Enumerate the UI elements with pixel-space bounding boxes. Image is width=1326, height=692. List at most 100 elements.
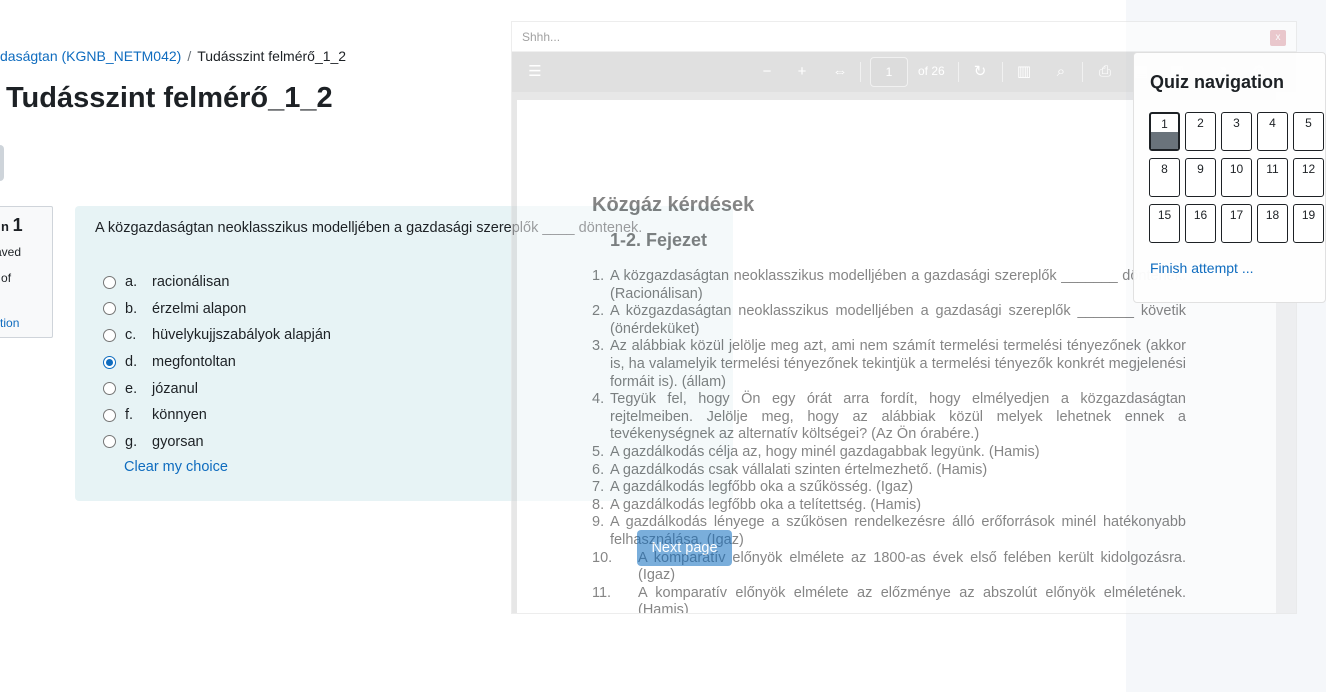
- breadcrumb-current[interactable]: Tudásszint felmérő_1_2: [197, 48, 346, 64]
- breadcrumb-course-link[interactable]: daságtan (KGNB_NETM042): [0, 48, 181, 64]
- pdf-item-number: 4.: [592, 391, 605, 408]
- pdf-list-item: 2. A közgazdaságtan neoklasszikus modellj…: [592, 303, 1186, 338]
- pdf-item-number: 7.: [592, 479, 605, 496]
- quiz-nav-button-2[interactable]: 2: [1185, 112, 1216, 151]
- answer-option-b[interactable]: b. érzelmi alapon: [103, 296, 331, 323]
- pdf-item-number: 10.: [592, 549, 613, 566]
- quiz-nav-button-18[interactable]: 18: [1257, 204, 1288, 243]
- zoom-in-icon[interactable]: +: [793, 62, 811, 82]
- quiz-nav-button-8[interactable]: 8: [1149, 158, 1180, 197]
- pdf-subheading: 1-2. Fejezet: [610, 230, 708, 250]
- quiz-nav-number: 5: [1305, 116, 1312, 130]
- page-view-icon[interactable]: ▥: [1015, 62, 1033, 82]
- answer-letter: a.: [125, 274, 138, 291]
- quiz-nav-number: 15: [1157, 208, 1172, 222]
- quiz-nav-button-5[interactable]: 5: [1293, 112, 1324, 151]
- question-number: n 1: [1, 215, 23, 236]
- answer-letter: f.: [125, 407, 134, 424]
- quiz-nav-number: 11: [1266, 162, 1279, 176]
- next-page-button[interactable]: Next page: [637, 530, 732, 566]
- question-info: n 1 saved out of question: [0, 206, 53, 338]
- breadcrumb: daságtan (KGNB_NETM042) / Tudásszint felmé…: [0, 48, 346, 64]
- answer-text[interactable]: könnyen: [152, 407, 207, 423]
- close-icon[interactable]: x: [1270, 30, 1286, 46]
- answer-list: a. racionálisan b. érzelmi alapon c. hüv…: [103, 269, 331, 455]
- pdf-item-text: A gazdálkodás legfőbb oka a szűkösség. (…: [610, 479, 914, 496]
- page-number-input[interactable]: 1: [870, 57, 908, 87]
- breadcrumb-separator: /: [187, 48, 192, 64]
- pdf-window-title: Shhh...: [522, 30, 561, 44]
- pdf-item-text: A gazdálkodás csak vállalati szinten ért…: [610, 461, 988, 478]
- answer-radio-c[interactable]: [103, 328, 116, 342]
- pdf-list-item: 6. A gazdálkodás csak vállalati szinten é…: [592, 462, 1186, 480]
- answer-radio-a[interactable]: [103, 275, 116, 289]
- zoom-out-icon[interactable]: −: [758, 62, 776, 82]
- pdf-item-text: A közgazdaságtan neoklasszikus modelljéb…: [610, 268, 1186, 302]
- rotate-icon[interactable]: ↻: [971, 62, 989, 82]
- quiz-nav-button-10[interactable]: 10: [1221, 158, 1252, 197]
- pdf-item-number: 5.: [592, 443, 605, 460]
- quiz-nav-number: 12: [1301, 162, 1316, 176]
- answer-option-d[interactable]: d. megfontoltan: [103, 349, 331, 376]
- pdf-item-text: Tegyük fel, hogy Ön egy órát arra fordít…: [610, 391, 1186, 443]
- answer-letter: d.: [125, 354, 138, 371]
- answer-option-c[interactable]: c. hüvelykujjszabályok alapján: [103, 322, 331, 349]
- pdf-list-item: 8. A gazdálkodás legfőbb oka a telítettsé…: [592, 497, 1186, 515]
- quiz-nav-button-1[interactable]: 1: [1149, 112, 1180, 151]
- quiz-nav-number: 4: [1269, 116, 1276, 130]
- answer-text[interactable]: hüvelykujjszabályok alapján: [152, 327, 331, 343]
- answer-text[interactable]: józanul: [152, 381, 198, 397]
- answer-radio-g[interactable]: [103, 435, 116, 449]
- page-title: Tudásszint felmérő_1_2: [6, 82, 333, 114]
- quiz-nav-number: 16: [1193, 208, 1208, 222]
- question-number-value: 1: [12, 215, 23, 235]
- quiz-nav-button-4[interactable]: 4: [1257, 112, 1288, 151]
- pdf-item-number: 3.: [592, 338, 605, 355]
- answer-radio-d[interactable]: [103, 355, 116, 369]
- quiz-nav-button-15[interactable]: 15: [1149, 204, 1180, 243]
- quiz-nav-button-11[interactable]: 11: [1257, 158, 1288, 197]
- answer-option-g[interactable]: g. gyorsan: [103, 429, 331, 456]
- clear-choice-link[interactable]: Clear my choice: [124, 459, 228, 475]
- quiz-nav-button-3[interactable]: 3: [1221, 112, 1252, 151]
- search-icon[interactable]: ⌕: [1052, 62, 1070, 82]
- pdf-list-item: 11. A komparatív előnyök elmélete az előz…: [592, 584, 1186, 614]
- pdf-item-text: A komparatív előnyök elmélete az előzmén…: [638, 584, 1186, 614]
- answer-option-f[interactable]: f. könnyen: [103, 402, 331, 429]
- answer-text[interactable]: érzelmi alapon: [152, 301, 246, 317]
- pdf-item-number: 9.: [592, 514, 605, 531]
- answer-radio-e[interactable]: [103, 382, 116, 396]
- answer-radio-b[interactable]: [103, 302, 116, 316]
- quiz-nav-number: 18: [1265, 208, 1280, 222]
- finish-attempt-link[interactable]: Finish attempt ...: [1150, 260, 1253, 276]
- pdf-item-number: 1.: [592, 268, 605, 284]
- quiz-nav-button-17[interactable]: 17: [1221, 204, 1252, 243]
- toolbar-divider: [1002, 62, 1003, 82]
- quiz-nav-button-12[interactable]: 12: [1293, 158, 1324, 197]
- answer-text[interactable]: gyorsan: [152, 434, 204, 450]
- quiz-nav-number: 17: [1229, 208, 1244, 222]
- quiz-nav-button-16[interactable]: 16: [1185, 204, 1216, 243]
- quiz-nav-number: 3: [1233, 116, 1240, 130]
- quiz-nav-button-19[interactable]: 19: [1293, 204, 1324, 243]
- pdf-list-item: 1. A közgazdaságtan neoklasszikus modellj…: [592, 268, 1186, 303]
- secondary-nav-button[interactable]: [0, 145, 4, 181]
- quiz-nav-button-9[interactable]: 9: [1185, 158, 1216, 197]
- answer-text[interactable]: megfontoltan: [152, 354, 236, 370]
- quiz-nav-number: 9: [1197, 162, 1204, 176]
- print-icon[interactable]: ⎙: [1096, 62, 1114, 82]
- answer-text[interactable]: racionálisan: [152, 274, 229, 290]
- flag-question-link[interactable]: question: [0, 316, 19, 330]
- answer-option-a[interactable]: a. racionálisan: [103, 269, 331, 296]
- question-label: n: [1, 219, 9, 234]
- sidebar-toggle-icon[interactable]: ☰: [526, 62, 544, 82]
- answered-indicator: [1151, 132, 1178, 149]
- answer-radio-f[interactable]: [103, 408, 116, 422]
- question-grade: out of: [0, 271, 12, 285]
- pdf-item-text: A közgazdaságtan neoklasszikus modelljéb…: [610, 303, 1186, 337]
- quiz-nav-number: 8: [1161, 162, 1168, 176]
- answer-option-e[interactable]: e. józanul: [103, 375, 331, 402]
- pdf-item-text: Az alábbiak közül jelölje meg azt, ami n…: [610, 338, 1186, 390]
- fit-page-icon[interactable]: ⇔: [830, 62, 850, 82]
- pdf-window-titlebar[interactable]: Shhh... x: [512, 22, 1296, 52]
